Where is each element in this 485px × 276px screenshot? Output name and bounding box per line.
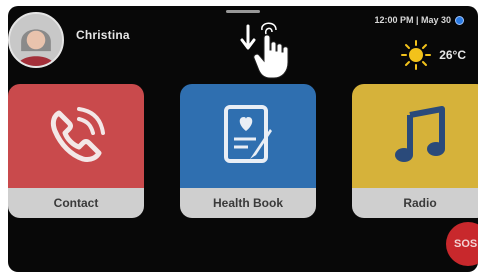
- swipe-down-hand-icon: [240, 22, 289, 79]
- weather-widget: 26°C: [401, 40, 466, 70]
- sos-button[interactable]: SOS: [446, 222, 478, 266]
- home-panel: Christina 12:00 PM | May 30 26°C Contact…: [8, 6, 478, 272]
- temperature: 26°C: [439, 48, 466, 62]
- tile-health-book[interactable]: Health Book: [180, 84, 316, 218]
- user-name: Christina: [76, 28, 130, 42]
- music-note-icon: [395, 106, 445, 162]
- tile-radio-art: [352, 84, 478, 188]
- avatar[interactable]: [8, 12, 64, 68]
- tile-contact-label: Contact: [8, 188, 144, 218]
- tile-radio-label: Radio: [352, 188, 478, 218]
- status-bar: 12:00 PM | May 30: [374, 15, 464, 25]
- tile-health-book-label: Health Book: [180, 188, 316, 218]
- tile-health-art: [180, 84, 316, 188]
- sun-icon: [401, 40, 432, 70]
- tile-contact[interactable]: Contact: [8, 84, 144, 218]
- time-date: 12:00 PM | May 30: [374, 15, 451, 25]
- wifi-icon: [455, 15, 464, 25]
- pull-down-handle[interactable]: [226, 10, 260, 13]
- screen: Christina 12:00 PM | May 30 26°C Contact…: [0, 0, 485, 276]
- user-avatar-icon: [10, 14, 62, 66]
- tile-radio[interactable]: Radio: [352, 84, 478, 218]
- heart-document-icon: [224, 105, 272, 163]
- tile-contact-art: [8, 84, 144, 188]
- phone-icon: [50, 107, 105, 162]
